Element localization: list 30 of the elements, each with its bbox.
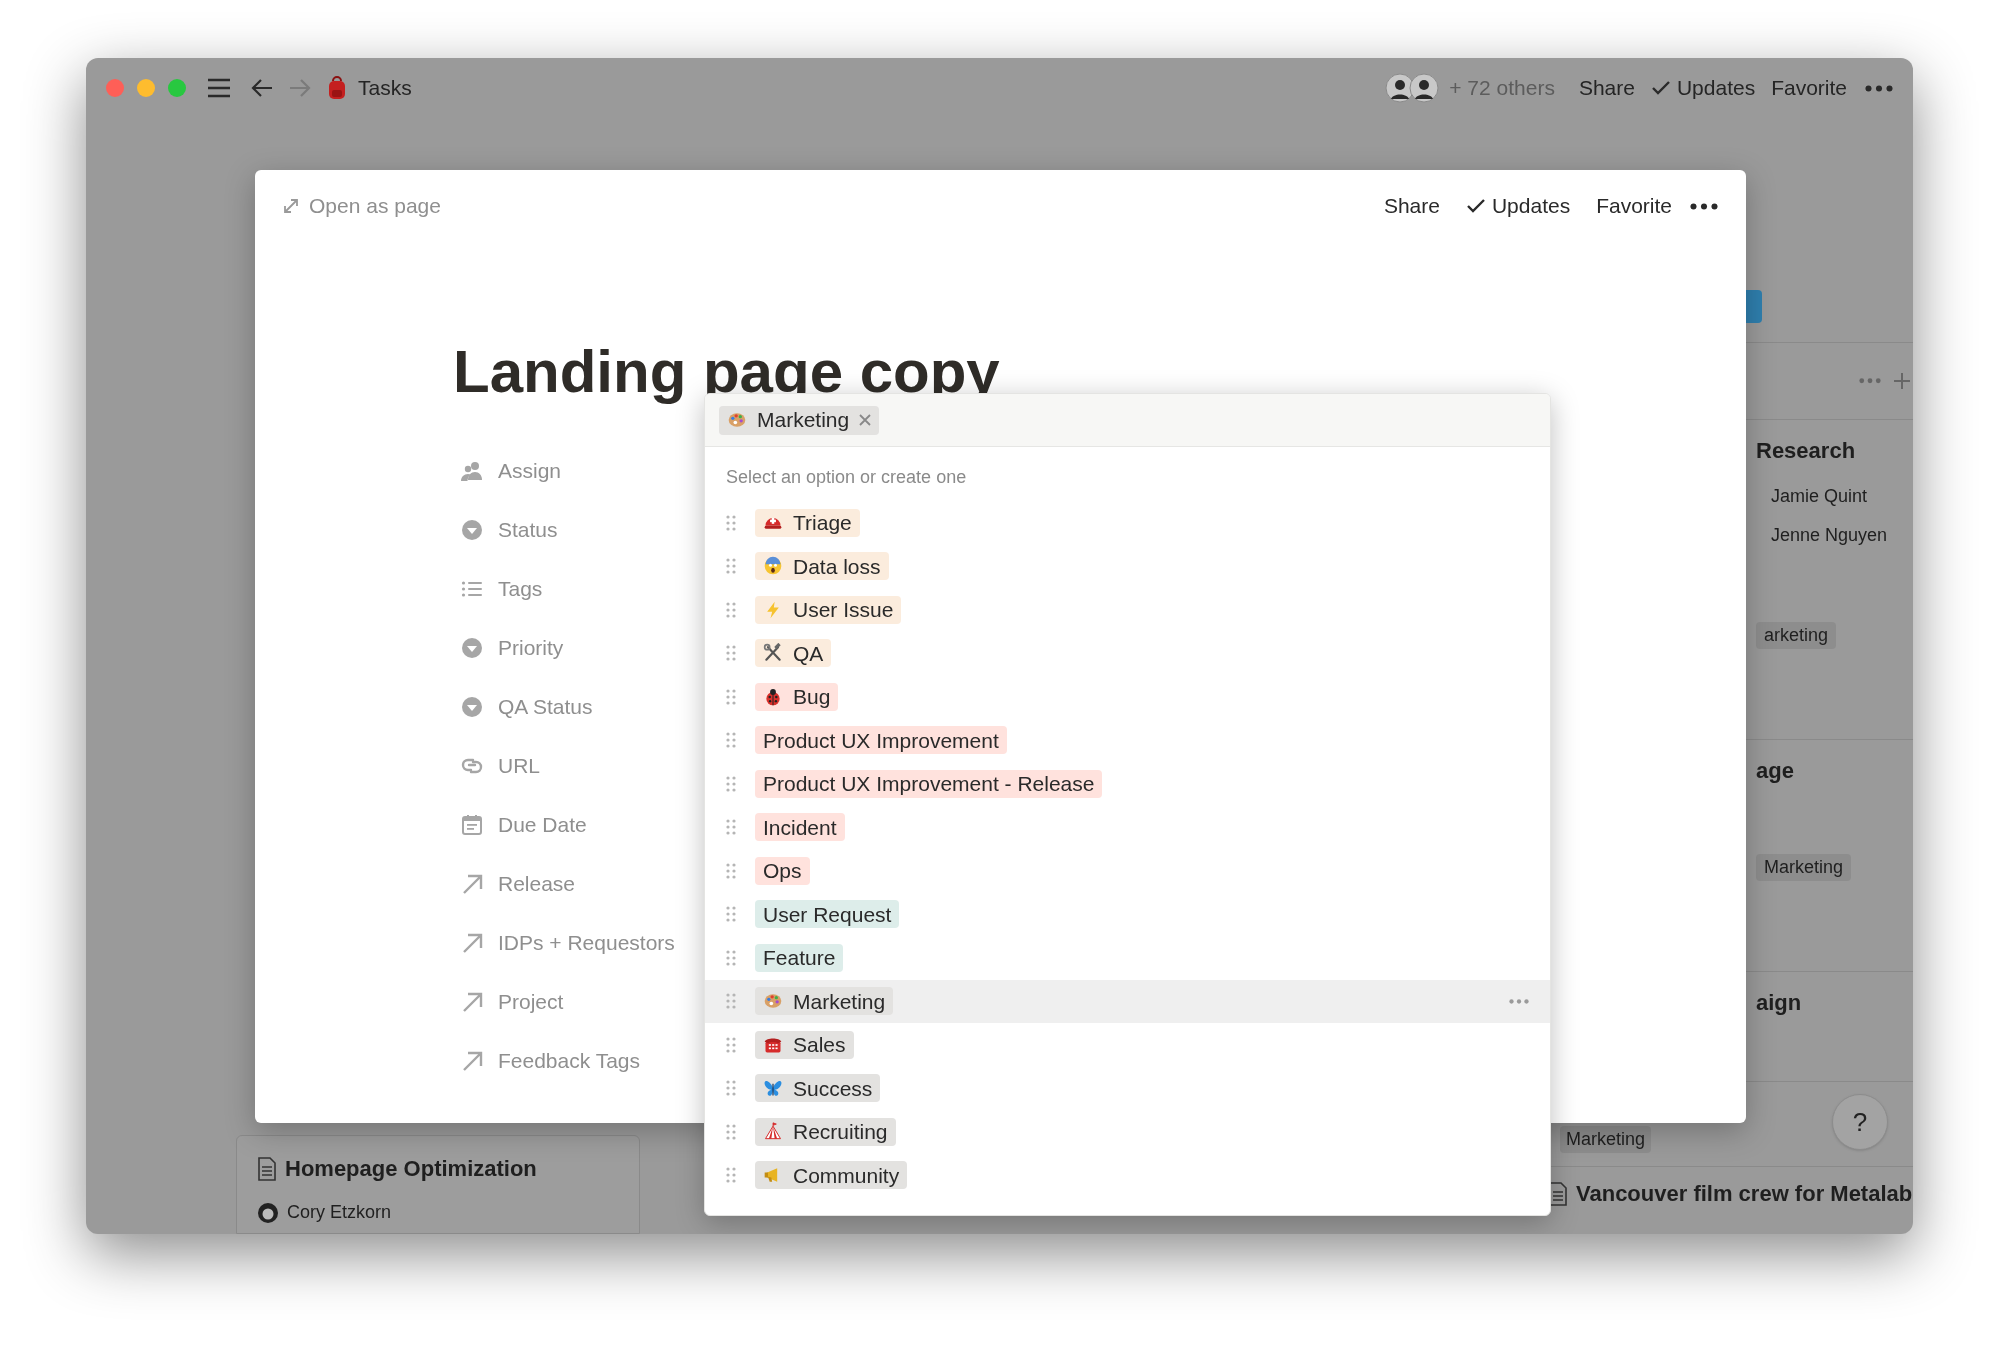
option-tag: QA xyxy=(755,639,832,668)
selected-tag: Marketing xyxy=(719,405,880,435)
assignee-name: Jamie Quint xyxy=(1771,485,1869,508)
option-tag: Data loss xyxy=(755,552,889,581)
tag: Marketing xyxy=(1756,854,1852,881)
option-tag: User Issue xyxy=(755,595,902,624)
card-title: aign xyxy=(1756,989,1803,1017)
option-tag: Triage xyxy=(755,508,860,537)
option-tag: Recruiting xyxy=(755,1117,896,1146)
option-tag: Ops xyxy=(755,856,810,885)
card-title: age xyxy=(1756,757,1795,785)
page-title: Tasks xyxy=(358,75,412,102)
option-tag: Product UX Improvement xyxy=(755,726,1007,755)
option-tag: Success xyxy=(755,1074,881,1103)
option-tag: Feature xyxy=(755,943,844,972)
option-tag: User Request xyxy=(755,900,900,929)
option-tag: Bug xyxy=(755,682,839,711)
option-tag: Incident xyxy=(755,813,845,842)
tag: Marketing xyxy=(1560,1126,1652,1153)
option-tag: Sales xyxy=(755,1030,854,1059)
tag: arketing xyxy=(1756,622,1837,649)
option-tag: Product UX Improvement - Release xyxy=(755,769,1103,798)
card-title: Homepage Optimization xyxy=(285,1155,537,1183)
option-tag: Community xyxy=(755,1161,908,1190)
assignee-name: Cory Etzkorn xyxy=(287,1201,392,1224)
card-title: Research xyxy=(1756,437,1857,465)
menu-hint: Select an option or create one xyxy=(725,466,968,489)
card-title: Vancouver film crew for Metalab xyxy=(1576,1180,1913,1208)
option-tag: Marketing xyxy=(755,987,894,1016)
assignee-name: Jenne Nguyen xyxy=(1771,524,1889,547)
